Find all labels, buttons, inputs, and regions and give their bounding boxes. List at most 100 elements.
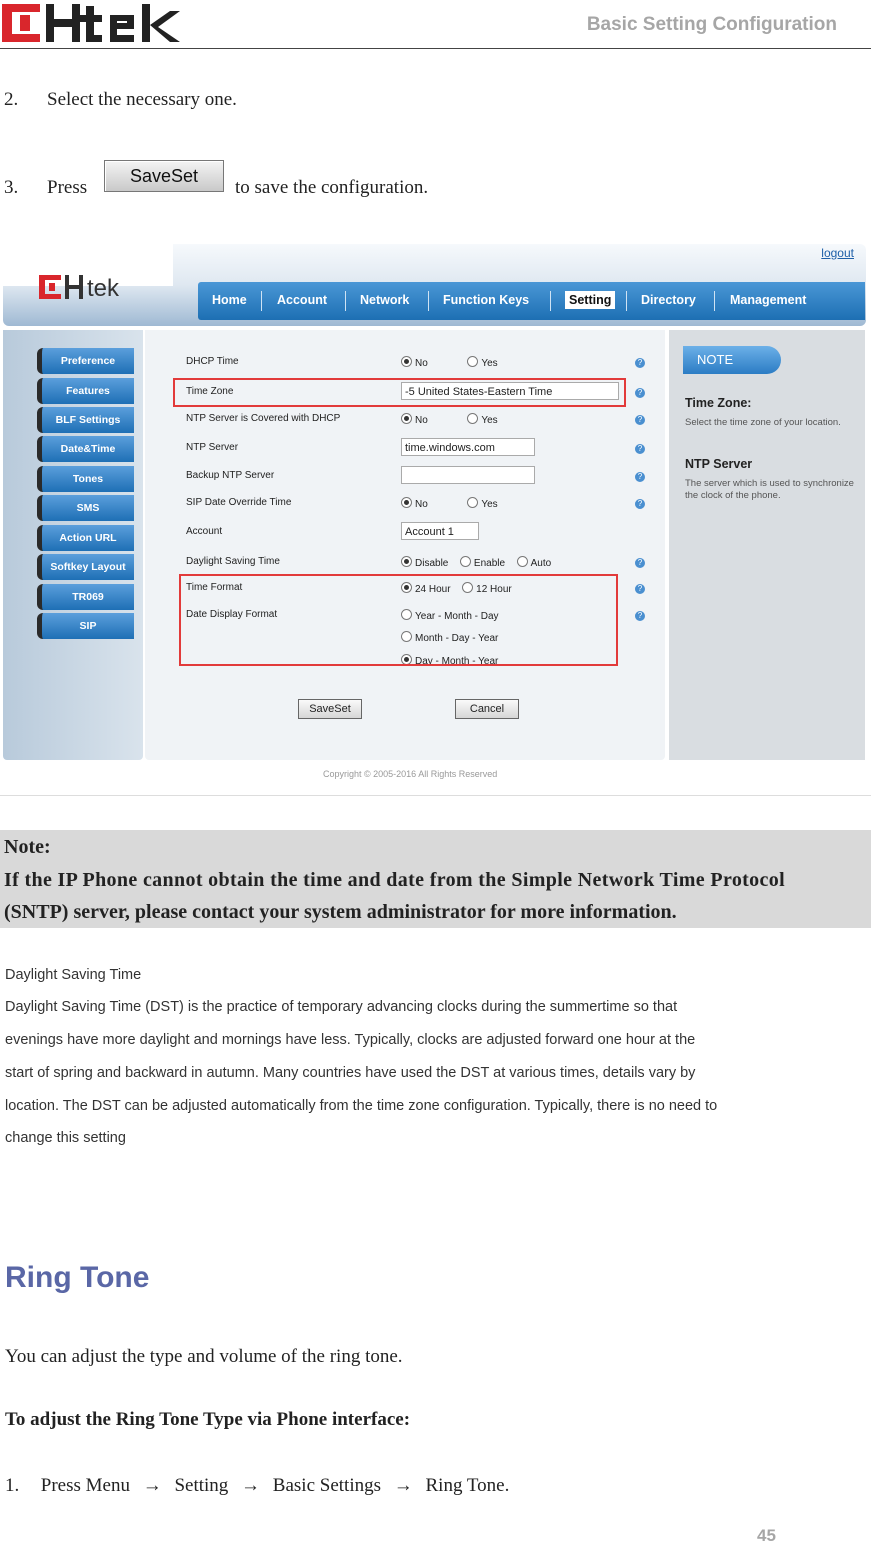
note-tab: NOTE bbox=[683, 346, 781, 374]
note-time-zone-title: Time Zone: bbox=[685, 396, 752, 410]
web-navbar: Home Account Network Function Keys Setti… bbox=[198, 282, 865, 320]
dhcp-time-label: DHCP Time bbox=[186, 356, 239, 367]
page-number: 45 bbox=[757, 1526, 776, 1545]
dst-section-title: Daylight Saving Time bbox=[5, 967, 142, 983]
highlight-box-time-zone bbox=[173, 378, 626, 407]
highlight-box-time-date-format bbox=[179, 574, 618, 666]
ring-tone-intro: You can adjust the type and volume of th… bbox=[5, 1346, 403, 1367]
step-3-pre: Press bbox=[47, 177, 88, 198]
backup-ntp-label: Backup NTP Server bbox=[186, 470, 275, 481]
saveset-button-image: SaveSet bbox=[104, 160, 224, 192]
screenshot-divider bbox=[0, 795, 871, 796]
sidebar-sms: SMS bbox=[37, 495, 134, 521]
svg-text:tek: tek bbox=[87, 275, 120, 300]
help-icon: ? bbox=[635, 611, 645, 621]
note-label: Note: bbox=[4, 836, 51, 858]
sidebar-sip: SIP bbox=[37, 613, 134, 639]
htek-logo bbox=[2, 4, 180, 42]
sidebar-features: Features bbox=[37, 378, 134, 404]
account-label: Account bbox=[186, 526, 223, 537]
sip-override-label: SIP Date Override Time bbox=[186, 497, 292, 508]
help-icon: ? bbox=[635, 558, 645, 568]
sip-override-opt-yes: Yes bbox=[481, 499, 498, 510]
help-icon: ? bbox=[635, 388, 645, 398]
note-line-1: If the IP Phone cannot obtain the time a… bbox=[4, 869, 786, 891]
help-icon: ? bbox=[635, 472, 645, 482]
dst-line-1: Daylight Saving Time (DST) is the practi… bbox=[5, 999, 678, 1015]
sidebar-tr069: TR069 bbox=[37, 584, 134, 610]
header-divider bbox=[0, 48, 871, 49]
help-icon: ? bbox=[635, 584, 645, 594]
step-number: 1. bbox=[5, 1475, 20, 1496]
nav-separator bbox=[428, 291, 429, 311]
ntp-dhcp-opt-no: No bbox=[415, 415, 428, 426]
sidebar-date-time: Date&Time bbox=[37, 436, 134, 462]
dhcp-opt-yes: Yes bbox=[481, 358, 498, 369]
dst-opt-enable: Enable bbox=[473, 558, 506, 569]
nav-account: Account bbox=[277, 293, 327, 307]
help-icon: ? bbox=[635, 415, 645, 425]
ntp-server-input: time.windows.com bbox=[401, 438, 535, 456]
ring-tone-heading: Ring Tone bbox=[5, 1261, 150, 1294]
sidebar-action-url: Action URL bbox=[37, 525, 134, 551]
page-header-title: Basic Setting Configuration bbox=[586, 14, 837, 35]
ntp-dhcp-opt-yes: Yes bbox=[481, 415, 498, 426]
nav-separator bbox=[261, 291, 262, 311]
step-part-basic-settings: Basic Settings bbox=[272, 1475, 381, 1496]
sidebar-softkey-layout: Softkey Layout bbox=[37, 554, 134, 580]
step-part-setting: Setting bbox=[174, 1475, 229, 1496]
radio-icon bbox=[516, 556, 528, 567]
nav-separator bbox=[626, 291, 627, 311]
radio-selected-icon bbox=[401, 556, 412, 567]
web-sidebar: Preference Features BLF Settings Date&Ti… bbox=[3, 330, 143, 760]
dst-line-4: location. The DST can be adjusted automa… bbox=[5, 1098, 718, 1114]
sidebar-blf-settings: BLF Settings bbox=[37, 407, 134, 433]
nav-setting-active: Setting bbox=[565, 291, 616, 309]
backup-ntp-input bbox=[401, 466, 535, 484]
dhcp-time-options: No Yes bbox=[401, 356, 498, 369]
dst-opt-auto: Auto bbox=[530, 558, 552, 569]
step-2-number: 2. bbox=[4, 89, 19, 110]
step-2-text: Select the necessary one. bbox=[47, 89, 237, 110]
web-cancel-button: Cancel bbox=[455, 699, 519, 719]
radio-selected-icon bbox=[401, 356, 412, 367]
sip-override-opt-no: No bbox=[415, 499, 428, 510]
nav-function-keys: Function Keys bbox=[443, 293, 530, 307]
dhcp-opt-no: No bbox=[415, 358, 428, 369]
help-icon: ? bbox=[635, 499, 645, 509]
step-3-number: 3. bbox=[4, 177, 19, 198]
ntp-dhcp-options: No Yes bbox=[401, 413, 498, 426]
dst-label: Daylight Saving Time bbox=[186, 556, 280, 567]
dst-line-5: change this setting bbox=[5, 1130, 126, 1146]
nav-home: Home bbox=[212, 293, 247, 307]
note-time-zone-text: Select the time zone of your location. bbox=[685, 417, 841, 428]
arrow-icon: → bbox=[393, 1475, 413, 1496]
web-saveset-button: SaveSet bbox=[298, 699, 362, 719]
nav-network: Network bbox=[360, 293, 410, 307]
radio-icon bbox=[459, 556, 471, 567]
ntp-server-label: NTP Server bbox=[186, 442, 239, 453]
radio-icon bbox=[467, 497, 479, 508]
arrow-icon: → bbox=[241, 1475, 261, 1496]
nav-separator bbox=[550, 291, 551, 311]
dst-options: Disable Enable Auto bbox=[401, 556, 551, 569]
web-ui-screenshot: tek logout Home Account Network Function… bbox=[3, 244, 866, 789]
logout-link: logout bbox=[821, 246, 854, 260]
sidebar-preference: Preference bbox=[37, 348, 134, 374]
note-ntp-title: NTP Server bbox=[685, 457, 753, 471]
dst-line-3: start of spring and backward in autumn. … bbox=[5, 1065, 696, 1081]
step-3-post: to save the configuration. bbox=[235, 177, 429, 198]
radio-selected-icon bbox=[401, 497, 412, 508]
ntp-dhcp-label: NTP Server is Covered with DHCP bbox=[186, 413, 341, 424]
nav-separator bbox=[345, 291, 346, 311]
nav-directory: Directory bbox=[641, 293, 696, 307]
sidebar-tones: Tones bbox=[37, 466, 134, 492]
radio-selected-icon bbox=[401, 413, 412, 424]
ring-tone-subhead: To adjust the Ring Tone Type via Phone i… bbox=[5, 1409, 411, 1430]
ring-tone-step-1: 1. Press Menu → Setting → Basic Settings… bbox=[5, 1475, 509, 1497]
help-icon: ? bbox=[635, 444, 645, 454]
sip-override-options: No Yes bbox=[401, 497, 498, 510]
step-part-menu: Press Menu bbox=[40, 1475, 130, 1496]
radio-icon bbox=[467, 356, 479, 367]
dst-opt-disable: Disable bbox=[415, 558, 449, 569]
